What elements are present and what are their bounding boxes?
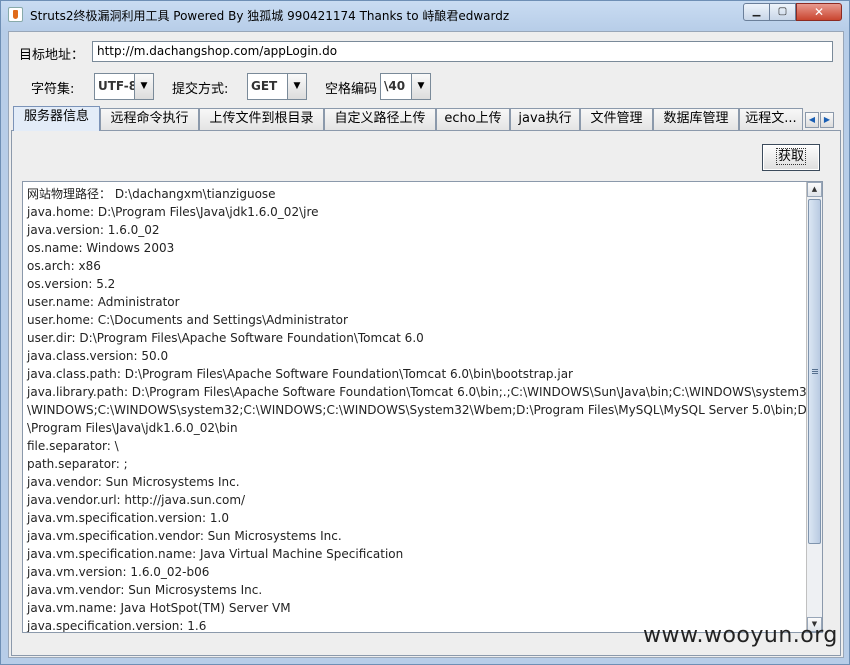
grip-line xyxy=(812,373,818,374)
scroll-up-icon[interactable]: ▲ xyxy=(807,182,822,197)
chevron-down-icon[interactable]: ▼ xyxy=(411,74,430,99)
app-window: Struts2终极漏洞利用工具 Powered By 独孤城 990421174… xyxy=(0,0,850,665)
tab-custom-path-upload[interactable]: 自定义路径上传 xyxy=(324,108,436,130)
target-url-input[interactable]: http://m.dachangshop.com/appLogin.do xyxy=(92,41,833,62)
output-line: java.vm.specification.name: Java Virtual… xyxy=(27,547,404,561)
output-line: 网站物理路径： D:\dachangxm\tianziguose xyxy=(27,187,276,201)
charset-label: 字符集: xyxy=(31,82,75,97)
tab-database-manager[interactable]: 数据库管理 xyxy=(653,108,739,130)
target-label: 目标地址： xyxy=(19,48,85,63)
output-line: os.name: Windows 2003 xyxy=(27,241,175,255)
output-line: java.vendor: Sun Microsystems Inc. xyxy=(27,475,240,489)
output-line: path.separator: ; xyxy=(27,457,128,471)
title-bar[interactable]: Struts2终极漏洞利用工具 Powered By 独孤城 990421174… xyxy=(1,1,849,29)
tab-bar: 服务器信息 远程命令执行 上传文件到根目录 自定义路径上传 echo上传 jav… xyxy=(11,106,841,131)
tab-remote-file[interactable]: 远程文... xyxy=(739,108,803,130)
method-value: GET xyxy=(251,79,278,93)
output-line: os.version: 5.2 xyxy=(27,277,116,291)
tab-remote-command[interactable]: 远程命令执行 xyxy=(100,108,199,130)
output-line: java.class.path: D:\Program Files\Apache… xyxy=(27,367,573,381)
method-label: 提交方式: xyxy=(172,82,229,97)
output-lines: 网站物理路径： D:\dachangxm\tianziguose java.hom… xyxy=(27,185,823,632)
space-encoding-select[interactable]: \40 ▼ xyxy=(380,73,431,100)
space-encoding-value: \40 xyxy=(384,79,406,93)
chevron-down-icon[interactable]: ▼ xyxy=(287,74,306,99)
output-line: user.dir: D:\Program Files\Apache Softwa… xyxy=(27,331,424,345)
output-textarea[interactable]: 网站物理路径： D:\dachangxm\tianziguose java.hom… xyxy=(22,181,823,633)
close-button[interactable]: ✕ xyxy=(796,3,842,21)
output-line: \WINDOWS;C:\WINDOWS\system32;C:\WINDOWS;… xyxy=(27,403,811,417)
output-line: user.home: C:\Documents and Settings\Adm… xyxy=(27,313,348,327)
tab-server-info[interactable]: 服务器信息 xyxy=(13,106,100,131)
output-line: java.home: D:\Program Files\Java\jdk1.6.… xyxy=(27,205,319,219)
output-line: java.library.path: D:\Program Files\Apac… xyxy=(27,385,823,399)
space-encoding-label: 空格编码 xyxy=(325,82,378,97)
tab-file-manager[interactable]: 文件管理 xyxy=(580,108,653,130)
java-icon xyxy=(8,7,23,22)
charset-value: UTF-8 xyxy=(98,79,138,93)
scroll-left-icon[interactable]: ◀ xyxy=(805,112,819,128)
get-button-label: 获取 xyxy=(775,148,807,165)
output-line: java.vm.specification.vendor: Sun Micros… xyxy=(27,529,342,543)
chevron-down-icon[interactable]: ▼ xyxy=(134,74,153,99)
vertical-scrollbar[interactable]: ▲ ▼ xyxy=(806,182,822,632)
minimize-button[interactable]: ▁ xyxy=(743,3,770,21)
tab-echo-upload[interactable]: echo上传 xyxy=(436,108,510,130)
watermark: www.wooyun.org xyxy=(643,623,838,648)
output-line: java.class.version: 50.0 xyxy=(27,349,169,363)
output-line: java.vendor.url: http://java.sun.com/ xyxy=(27,493,246,507)
output-line: java.vm.vendor: Sun Microsystems Inc. xyxy=(27,583,263,597)
tab-java-exec[interactable]: java执行 xyxy=(510,108,580,130)
output-line: java.vm.name: Java HotSpot(TM) Server VM xyxy=(27,601,291,615)
tab-upload-root[interactable]: 上传文件到根目录 xyxy=(199,108,324,130)
output-line: java.vm.version: 1.6.0_02-b06 xyxy=(27,565,210,579)
grip-line xyxy=(812,369,818,370)
method-select[interactable]: GET ▼ xyxy=(247,73,307,100)
output-line: os.arch: x86 xyxy=(27,259,101,273)
server-info-panel: 获取 网站物理路径： D:\dachangxm\tianziguose java.… xyxy=(11,130,841,656)
output-line: user.name: Administrator xyxy=(27,295,180,309)
grip-line xyxy=(812,371,818,372)
scroll-right-icon[interactable]: ▶ xyxy=(820,112,834,128)
maximize-button[interactable]: ▢ xyxy=(769,3,796,21)
output-line: java.vm.specification.version: 1.0 xyxy=(27,511,229,525)
scrollbar-thumb[interactable] xyxy=(808,199,821,544)
client-area: 目标地址： http://m.dachangshop.com/appLogin.… xyxy=(8,31,844,658)
output-line: java.version: 1.6.0_02 xyxy=(27,223,160,237)
get-button[interactable]: 获取 xyxy=(762,144,820,171)
window-title: Struts2终极漏洞利用工具 Powered By 独孤城 990421174… xyxy=(30,9,510,23)
output-line: \Program Files\Java\jdk1.6.0_02\bin xyxy=(27,421,238,435)
charset-select[interactable]: UTF-8 ▼ xyxy=(94,73,154,100)
output-line: file.separator: \ xyxy=(27,439,119,453)
